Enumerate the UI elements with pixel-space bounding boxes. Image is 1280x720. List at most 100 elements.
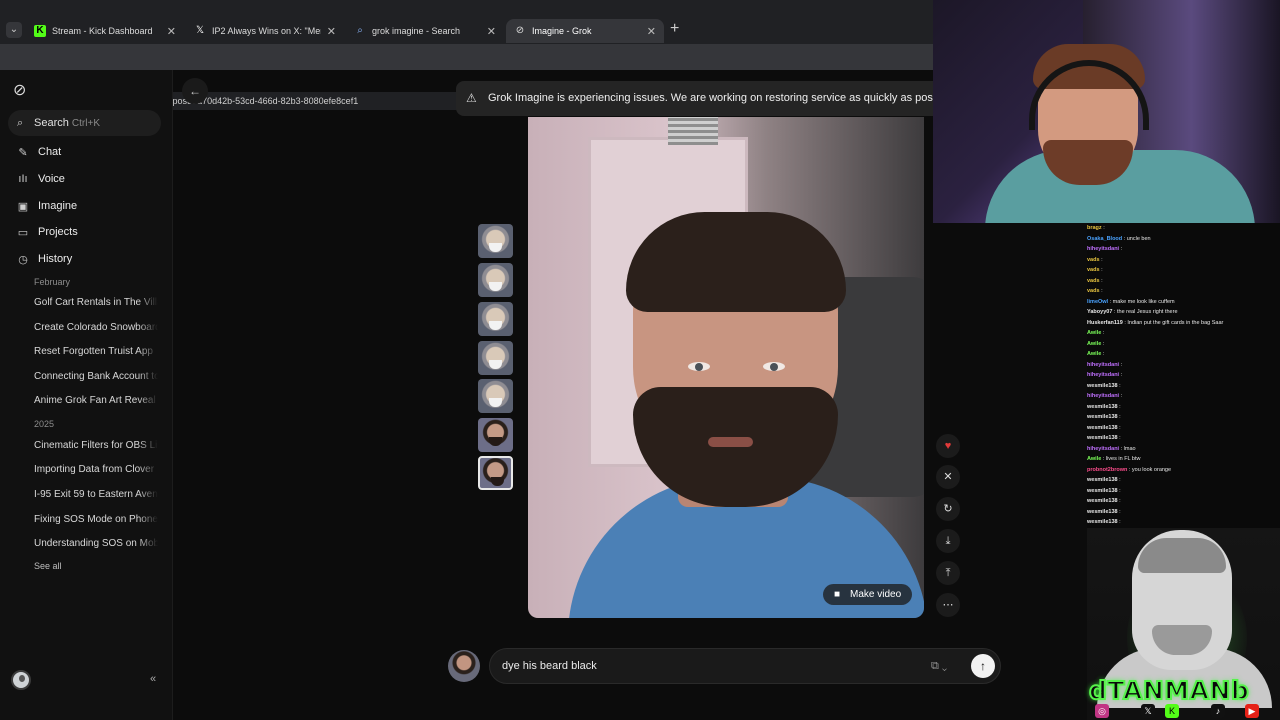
kick-icon: K	[1165, 704, 1179, 718]
prompt-input[interactable]: dye his beard black ⧉ ⌄	[489, 648, 1001, 684]
chat-username: bragz	[1087, 225, 1104, 231]
chat-username: wesmile138	[1087, 519, 1120, 525]
nav-chat[interactable]: ✎ Chat	[16, 142, 61, 162]
thumbnail[interactable]	[478, 341, 513, 375]
history-item[interactable]: Cinematic Filters for OBS Li	[34, 440, 158, 451]
make-video-button[interactable]: ■ Make video	[823, 584, 912, 605]
search-icon: ⌕	[17, 117, 24, 129]
image-hair	[626, 212, 846, 312]
banner-text: Grok Imagine is experiencing issues. We …	[488, 92, 933, 104]
chat-text: :	[1119, 519, 1121, 525]
close-tab-icon[interactable]: ✕	[327, 25, 336, 38]
close-icon[interactable]: ✕	[936, 465, 960, 489]
send-button[interactable]: ↑	[971, 654, 995, 678]
close-tab-icon[interactable]: ✕	[487, 25, 496, 38]
chat-username: hiheyitsdani	[1087, 393, 1121, 399]
thumbnail[interactable]	[478, 263, 513, 297]
close-tab-icon[interactable]: ✕	[647, 25, 656, 38]
chat-text: : the real Jesus right there	[1113, 309, 1178, 315]
chat-text: :	[1119, 508, 1121, 515]
chat-message: hiheyitsdani :	[1087, 360, 1122, 370]
chat-message: vads :	[1087, 276, 1103, 286]
history-item[interactable]: Golf Cart Rentals in The Villa	[34, 297, 158, 308]
see-all-link[interactable]: See all	[34, 561, 62, 571]
chat-username: wesmile138	[1087, 487, 1120, 494]
image-eye	[763, 362, 785, 371]
prompt-image-avatar	[448, 650, 480, 682]
nav-imagine[interactable]: ▣ Imagine	[16, 196, 77, 216]
webcam-overlay	[933, 0, 1280, 223]
download-icon[interactable]: ⤓	[936, 529, 960, 553]
chat-username: hiheyitsdani	[1087, 361, 1121, 368]
chat-username: limeOwl	[1087, 298, 1110, 305]
history-item[interactable]: Anime Grok Fan Art Reveal	[34, 395, 158, 406]
image-vent	[668, 117, 718, 145]
history-item[interactable]: Importing Data from Clover	[34, 464, 158, 475]
chat-username: Osaka_Blood	[1087, 235, 1124, 242]
grok-icon: ⊘	[515, 25, 525, 36]
chat-username: Awile	[1087, 456, 1103, 462]
chat-message: vads :	[1087, 286, 1103, 296]
collapse-sidebar-icon[interactable]: «	[150, 673, 156, 685]
thumbnail[interactable]	[478, 224, 513, 258]
close-tab-icon[interactable]: ✕	[167, 25, 176, 38]
chat-message: bragz :	[1087, 223, 1105, 233]
chat-username: wesmile138	[1087, 424, 1120, 431]
nav-voice[interactable]: ıIı Voice	[16, 169, 65, 189]
history-heading: 2025	[34, 419, 55, 429]
social-icons: ◎ 𝕏 K ♪ ▶	[1093, 704, 1273, 718]
chat-text: :	[1101, 256, 1103, 263]
chat-message: wesmile138 :	[1087, 507, 1121, 517]
nav-projects[interactable]: ▭ Projects	[16, 222, 78, 242]
thumbnail-selected[interactable]	[478, 456, 513, 490]
history-item[interactable]: Create Colorado Snowboard	[34, 322, 158, 333]
history-item[interactable]: Understanding SOS on Mob	[34, 538, 158, 549]
nav-label: History	[38, 253, 73, 265]
chat-username: Yaboyy07	[1087, 309, 1114, 315]
nav-label: Projects	[38, 226, 78, 238]
thumbnail[interactable]	[478, 418, 513, 452]
grok-logo-icon[interactable]: ⊘	[13, 80, 26, 100]
tab-search-dropdown-icon[interactable]: ⌄	[6, 22, 22, 38]
projects-icon: ▭	[17, 226, 29, 239]
screen: ⌄ K Stream - Kick Dashboard ✕ 𝕏 IP2 Alwa…	[0, 0, 1280, 720]
heart-icon[interactable]: ♥	[936, 434, 960, 458]
chat-text: :	[1120, 393, 1123, 399]
chat-username: vads	[1087, 288, 1102, 294]
more-options-icon[interactable]: ⋯	[936, 593, 960, 617]
browser-tab-x[interactable]: 𝕏 IP2 Always Wins on X: "MercOffDa ✕	[186, 19, 344, 43]
search-button[interactable]: ⌕ Search Ctrl+K	[8, 110, 161, 136]
image-mode-dropdown-icon[interactable]: ⧉ ⌄	[931, 649, 947, 683]
history-item[interactable]: Reset Forgotten Truist App	[34, 346, 158, 357]
search-icon: ⌕	[357, 25, 363, 36]
chat-text: :	[1120, 372, 1123, 378]
chat-text: :	[1119, 487, 1121, 494]
thumbnail[interactable]	[478, 379, 513, 413]
chat-username: probnot2brown	[1087, 466, 1129, 473]
chat-username: Awile	[1087, 330, 1103, 336]
nav-label: Voice	[38, 173, 65, 185]
share-icon[interactable]: ⤒	[936, 561, 960, 585]
browser-tab-grok[interactable]: ⊘ Imagine - Grok ✕	[506, 19, 664, 43]
user-avatar[interactable]	[11, 670, 31, 690]
chat-message: probnot2brown : you look orange	[1087, 465, 1171, 475]
history-item[interactable]: Connecting Bank Account to	[34, 371, 158, 382]
new-tab-icon[interactable]: +	[670, 20, 679, 38]
history-item[interactable]: Fixing SOS Mode on Phone	[34, 514, 158, 525]
image-mouth	[708, 437, 753, 447]
regenerate-icon[interactable]: ↻	[936, 497, 960, 521]
nav-label: Chat	[38, 146, 62, 158]
chat-username: wesmile138	[1087, 477, 1120, 483]
voice-icon: ıIı	[18, 173, 28, 185]
image-icon: ▣	[17, 200, 29, 213]
browser-tab-kick[interactable]: K Stream - Kick Dashboard ✕	[26, 19, 184, 43]
search-shortcut: Ctrl+K	[71, 118, 100, 129]
nav-history[interactable]: ◷ History	[16, 249, 72, 269]
thumbnail[interactable]	[478, 302, 513, 336]
make-video-label: Make video	[850, 589, 902, 600]
history-item[interactable]: I-95 Exit 59 to Eastern Aven	[34, 489, 158, 500]
chat-text: :	[1102, 340, 1105, 347]
browser-tab-bar: ⌄ K Stream - Kick Dashboard ✕ 𝕏 IP2 Alwa…	[0, 0, 933, 44]
back-button[interactable]: ←	[182, 78, 208, 104]
browser-tab-search[interactable]: ⌕ grok imagine - Search ✕	[346, 19, 504, 43]
